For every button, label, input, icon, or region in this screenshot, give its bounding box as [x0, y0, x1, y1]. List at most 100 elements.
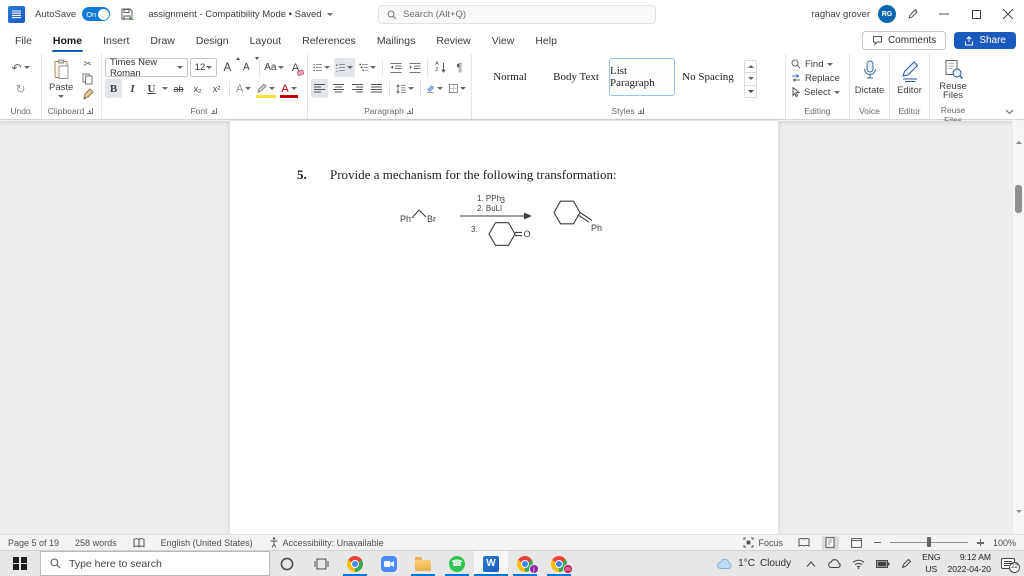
read-mode-button[interactable]	[796, 536, 813, 550]
taskbar-chrome-profile-m[interactable]: m	[542, 551, 576, 576]
highlight-button[interactable]	[255, 79, 277, 98]
reuse-files-button[interactable]: Reuse Files	[933, 57, 973, 104]
task-view-button[interactable]	[304, 551, 338, 576]
copy-button[interactable]	[79, 72, 96, 86]
ink-pen-icon[interactable]	[896, 0, 928, 28]
italic-button[interactable]: I	[124, 79, 141, 98]
shading-button[interactable]	[424, 79, 445, 98]
scroll-down-arrow[interactable]	[1016, 510, 1022, 531]
focus-button[interactable]: Focus	[743, 537, 783, 548]
zoom-slider[interactable]	[889, 537, 968, 548]
vertical-scrollbar[interactable]	[1012, 121, 1024, 534]
shrink-font-button[interactable]: A	[238, 57, 259, 77]
styles-scroll-down[interactable]	[745, 73, 756, 86]
borders-button[interactable]	[447, 79, 468, 98]
style-body-text[interactable]: Body Text	[543, 58, 609, 96]
taskbar-search[interactable]: Type here to search	[40, 551, 270, 576]
bold-button[interactable]: B	[105, 79, 122, 98]
scrollbar-thumb[interactable]	[1015, 185, 1022, 213]
align-right-button[interactable]	[349, 79, 366, 98]
styles-dialog-launcher[interactable]	[637, 108, 646, 116]
replace-button[interactable]: Replace	[789, 71, 846, 85]
redo-button[interactable]: ↻	[12, 79, 29, 98]
zoom-in-button[interactable]	[976, 539, 984, 546]
scroll-up-arrow[interactable]	[1016, 124, 1022, 144]
style-list-paragraph[interactable]: List Paragraph	[609, 58, 675, 96]
word-app-icon[interactable]	[8, 5, 25, 23]
subscript-button[interactable]: x₂	[189, 79, 206, 98]
decrease-indent-button[interactable]	[387, 58, 404, 77]
underline-button[interactable]: U	[143, 79, 160, 98]
zoom-level[interactable]: 100%	[993, 538, 1016, 548]
sort-button[interactable]: AZ	[432, 58, 449, 77]
print-layout-button[interactable]	[821, 535, 839, 550]
document-page[interactable]: 5. Provide a mechanism for the following…	[230, 121, 778, 534]
document-title[interactable]: assignment - Compatibility Mode • Saved	[148, 9, 333, 20]
clock[interactable]: 9:12 AM 2022-04-20	[948, 552, 991, 574]
tab-mailings[interactable]: Mailings	[376, 30, 417, 52]
clear-formatting-button[interactable]: A	[287, 58, 304, 77]
clipboard-dialog-launcher[interactable]	[87, 108, 95, 116]
dictate-button[interactable]: Dictate	[853, 57, 886, 98]
editor-button[interactable]: Editor	[893, 57, 926, 98]
start-button[interactable]	[0, 551, 40, 576]
align-center-button[interactable]	[330, 79, 347, 98]
numbering-button[interactable]	[334, 58, 356, 77]
line-spacing-button[interactable]	[394, 79, 416, 98]
tab-review[interactable]: Review	[435, 30, 471, 52]
taskbar-file-explorer[interactable]	[406, 551, 440, 576]
tab-view[interactable]: View	[491, 30, 516, 52]
justify-button[interactable]	[368, 79, 385, 98]
find-button[interactable]: Find	[789, 57, 846, 71]
zoom-out-button[interactable]	[873, 541, 881, 544]
style-no-spacing[interactable]: No Spacing	[675, 58, 741, 96]
font-name-select[interactable]: Times New Roman	[105, 57, 188, 79]
page-indicator[interactable]: Page 5 of 19	[8, 538, 59, 548]
show-hide-pilcrow-button[interactable]: ¶	[451, 58, 468, 77]
taskbar-chrome[interactable]	[338, 551, 372, 576]
maximize-button[interactable]	[960, 0, 992, 28]
onedrive-icon[interactable]	[826, 559, 843, 568]
comments-button[interactable]: Comments	[861, 31, 947, 50]
cortana-button[interactable]	[270, 551, 304, 576]
search-box[interactable]: Search (Alt+Q)	[378, 5, 656, 24]
zoom-slider-thumb[interactable]	[926, 537, 931, 548]
style-normal[interactable]: Normal	[477, 58, 543, 96]
underline-caret[interactable]	[162, 87, 168, 90]
tab-home[interactable]: Home	[51, 30, 84, 52]
proofing-icon[interactable]	[133, 537, 145, 548]
taskbar-whatsapp[interactable]: ☎	[440, 551, 474, 576]
tab-help[interactable]: Help	[534, 30, 558, 52]
tab-file[interactable]: File	[14, 30, 33, 52]
paragraph-dialog-launcher[interactable]	[406, 108, 415, 116]
battery-icon[interactable]	[874, 559, 891, 568]
tab-layout[interactable]: Layout	[249, 30, 283, 52]
pen-tray-icon[interactable]	[898, 558, 915, 569]
increase-indent-button[interactable]	[406, 58, 423, 77]
tab-draw[interactable]: Draw	[149, 30, 176, 52]
language-indicator[interactable]: English (United States)	[161, 538, 253, 548]
font-dialog-launcher[interactable]	[210, 108, 219, 116]
bullets-button[interactable]	[311, 58, 332, 77]
select-button[interactable]: Select	[789, 85, 846, 99]
grow-font-button[interactable]: A	[219, 57, 240, 77]
word-count[interactable]: 258 words	[75, 538, 117, 548]
accessibility-status[interactable]: Accessibility: Unavailable	[269, 537, 384, 548]
tab-references[interactable]: References	[301, 30, 357, 52]
font-color-button[interactable]: A	[279, 79, 298, 98]
taskbar-chrome-profile-j[interactable]: j	[508, 551, 542, 576]
action-center-button[interactable]: 22	[998, 557, 1020, 573]
language-switcher[interactable]: ENG US	[922, 552, 940, 574]
styles-more[interactable]	[745, 86, 756, 97]
autosave-toggle[interactable]: On	[82, 7, 111, 21]
save-icon[interactable]	[120, 7, 134, 21]
share-button[interactable]: Share	[954, 32, 1016, 49]
taskbar-zoom-app[interactable]	[372, 551, 406, 576]
strikethrough-button[interactable]: ab	[170, 79, 187, 98]
align-left-button[interactable]	[311, 79, 328, 98]
web-layout-button[interactable]	[848, 536, 865, 550]
cut-button[interactable]: ✂	[79, 57, 96, 71]
font-size-select[interactable]: 12	[189, 58, 217, 77]
avatar[interactable]: RG	[878, 5, 896, 23]
multilevel-list-button[interactable]	[357, 58, 378, 77]
